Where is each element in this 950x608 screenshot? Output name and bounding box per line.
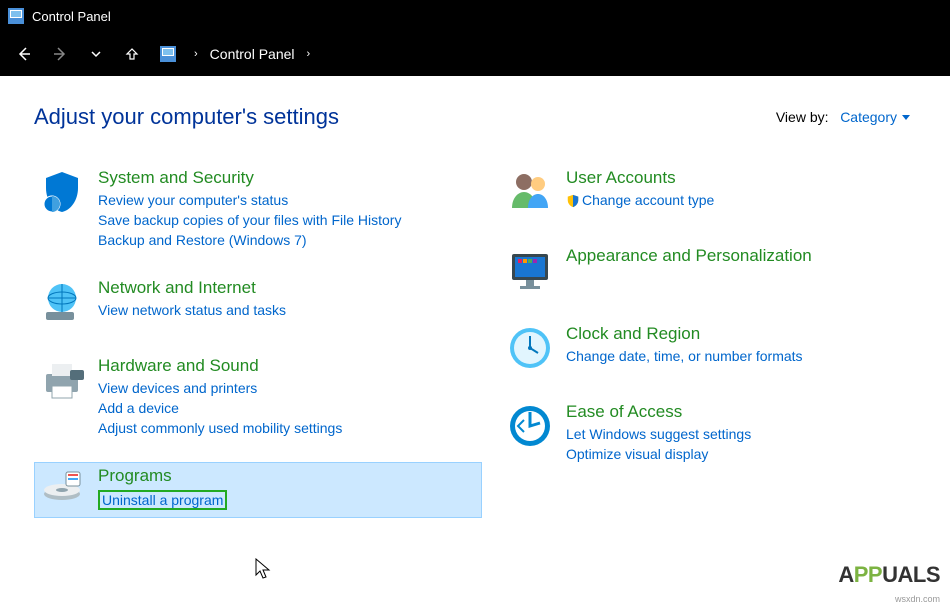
category-title[interactable]: User Accounts: [566, 168, 714, 188]
category-title[interactable]: Programs: [98, 466, 227, 486]
category-title[interactable]: Network and Internet: [98, 278, 286, 298]
recent-dropdown[interactable]: [82, 40, 110, 68]
view-by-dropdown[interactable]: Category: [840, 109, 910, 125]
forward-button[interactable]: [46, 40, 74, 68]
link-devices-printers[interactable]: View devices and printers: [98, 380, 342, 396]
monitor-icon: [506, 246, 554, 294]
network-icon: [38, 278, 86, 326]
titlebar: Control Panel: [0, 0, 950, 32]
link-file-history[interactable]: Save backup copies of your files with Fi…: [98, 212, 401, 228]
watermark: wsxdn.com: [895, 594, 940, 604]
breadcrumb-separator: ›: [190, 48, 202, 60]
link-windows-suggest[interactable]: Let Windows suggest settings: [566, 426, 751, 442]
link-change-account-type[interactable]: Change account type: [566, 192, 714, 208]
category-title[interactable]: System and Security: [98, 168, 401, 188]
category-title[interactable]: Ease of Access: [566, 402, 751, 422]
link-mobility-settings[interactable]: Adjust commonly used mobility settings: [98, 420, 342, 436]
category-title[interactable]: Clock and Region: [566, 324, 803, 344]
page-heading: Adjust your computer's settings: [34, 104, 339, 130]
category-system-security: System and Security Review your computer…: [34, 164, 482, 252]
programs-icon: [38, 466, 86, 514]
mouse-cursor: [255, 558, 273, 580]
link-review-status[interactable]: Review your computer's status: [98, 192, 401, 208]
link-network-status[interactable]: View network status and tasks: [98, 302, 286, 318]
category-programs: Programs Uninstall a program: [34, 462, 482, 518]
shield-icon: [38, 168, 86, 216]
category-title[interactable]: Appearance and Personalization: [566, 246, 812, 266]
up-button[interactable]: [118, 40, 146, 68]
link-uninstall-program[interactable]: Uninstall a program: [98, 490, 227, 510]
link-add-device[interactable]: Add a device: [98, 400, 342, 416]
link-optimize-visual[interactable]: Optimize visual display: [566, 446, 751, 462]
uac-shield-icon: [566, 194, 580, 208]
clock-icon: [506, 324, 554, 372]
category-user-accounts: User Accounts Change account type: [502, 164, 950, 220]
breadcrumb-separator: ›: [303, 48, 315, 60]
view-by: View by: Category: [776, 109, 910, 125]
category-clock-region: Clock and Region Change date, time, or n…: [502, 320, 950, 376]
category-appearance: Appearance and Personalization: [502, 242, 950, 298]
link-backup-restore[interactable]: Backup and Restore (Windows 7): [98, 232, 401, 248]
category-ease-of-access: Ease of Access Let Windows suggest setti…: [502, 398, 950, 466]
users-icon: [506, 168, 554, 216]
address-bar-icon: [160, 46, 176, 62]
appuals-logo: APPUALS: [838, 562, 940, 588]
category-hardware-sound: Hardware and Sound View devices and prin…: [34, 352, 482, 440]
ease-of-access-icon: [506, 402, 554, 450]
control-panel-icon: [8, 8, 24, 24]
link-change-date-time[interactable]: Change date, time, or number formats: [566, 348, 803, 364]
category-title[interactable]: Hardware and Sound: [98, 356, 342, 376]
printer-icon: [38, 356, 86, 404]
view-by-label: View by:: [776, 109, 829, 125]
breadcrumb-control-panel[interactable]: Control Panel: [210, 46, 295, 62]
navbar: › Control Panel ›: [0, 32, 950, 76]
titlebar-title: Control Panel: [32, 9, 111, 24]
chevron-down-icon: [902, 115, 910, 120]
category-network-internet: Network and Internet View network status…: [34, 274, 482, 330]
back-button[interactable]: [10, 40, 38, 68]
